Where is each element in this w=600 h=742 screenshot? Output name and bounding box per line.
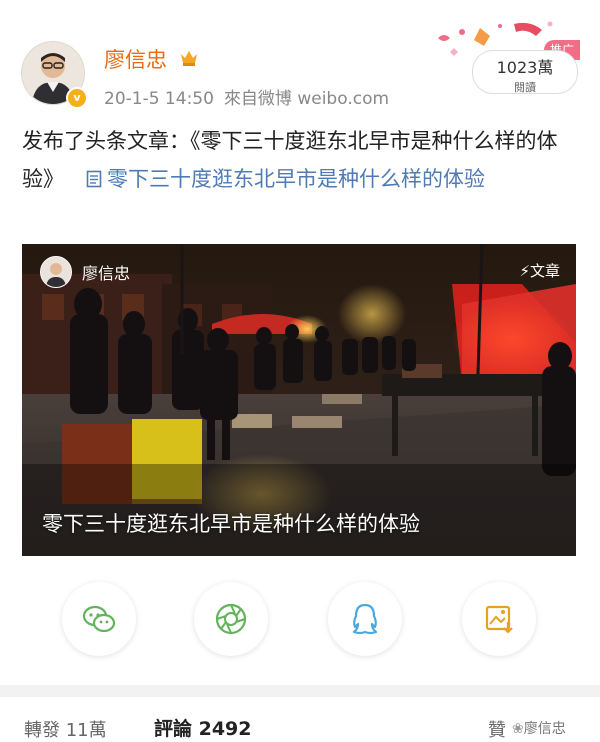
share-wechat-button[interactable] <box>62 582 136 656</box>
post-meta: 20-1-5 14:50 來自微博 weibo.com <box>104 84 389 109</box>
post-stats-bar: 轉發 11萬 評論 2492 贊 ❀廖信忠 <box>0 710 600 742</box>
like-tab[interactable]: 贊 <box>488 716 506 742</box>
share-qq-button[interactable] <box>328 582 402 656</box>
moments-icon <box>215 603 247 635</box>
post-header: v 廖信忠 20-1-5 14:50來自微博 weibo.com 推广 1023… <box>0 0 600 112</box>
share-bar <box>0 582 600 656</box>
article-card[interactable]: 廖信忠 ⚡文章 零下三十度逛东北早市是种什么样的体验 <box>22 244 576 556</box>
article-link[interactable]: 零下三十度逛东北早市是种什么样的体验 <box>107 167 485 191</box>
card-type-text: 文章 <box>529 262 560 280</box>
watermark: ❀廖信忠 <box>512 718 566 738</box>
wechat-icon <box>82 605 116 633</box>
post-source: 來自微博 weibo.com <box>223 89 390 109</box>
vip-crown-icon <box>181 51 197 66</box>
wechat-watermark-icon: ❀ <box>512 721 524 737</box>
post-timestamp: 20-1-5 14:50 <box>104 89 214 109</box>
comment-tab[interactable]: 評論 2492 <box>154 714 252 741</box>
card-title: 零下三十度逛东北早市是种什么样的体验 <box>42 512 420 536</box>
verified-badge-icon: v <box>66 87 88 109</box>
read-count-badge: 1023萬 閱讀 <box>472 50 578 94</box>
card-author-name: 廖信忠 <box>82 264 131 283</box>
article-link-icon[interactable] <box>86 170 102 188</box>
lightning-icon: ⚡ <box>519 262 530 280</box>
qq-icon <box>352 603 378 635</box>
card-type-label: ⚡文章 <box>519 260 560 281</box>
save-image-button[interactable] <box>462 582 536 656</box>
card-author-avatar <box>40 256 72 288</box>
section-divider <box>0 685 600 697</box>
author-name[interactable]: 廖信忠 <box>104 44 167 74</box>
repost-tab[interactable]: 轉發 11萬 <box>24 716 107 742</box>
save-image-icon <box>485 605 513 634</box>
post-body: 发布了头条文章：《零下三十度逛东北早市是种什么样的体验》 零下三十度逛东北早市是种… <box>22 122 578 198</box>
read-count: 1023萬 <box>496 58 554 77</box>
watermark-text: 廖信忠 <box>523 721 566 737</box>
share-moments-button[interactable] <box>194 582 268 656</box>
read-label: 閱讀 <box>514 81 536 94</box>
